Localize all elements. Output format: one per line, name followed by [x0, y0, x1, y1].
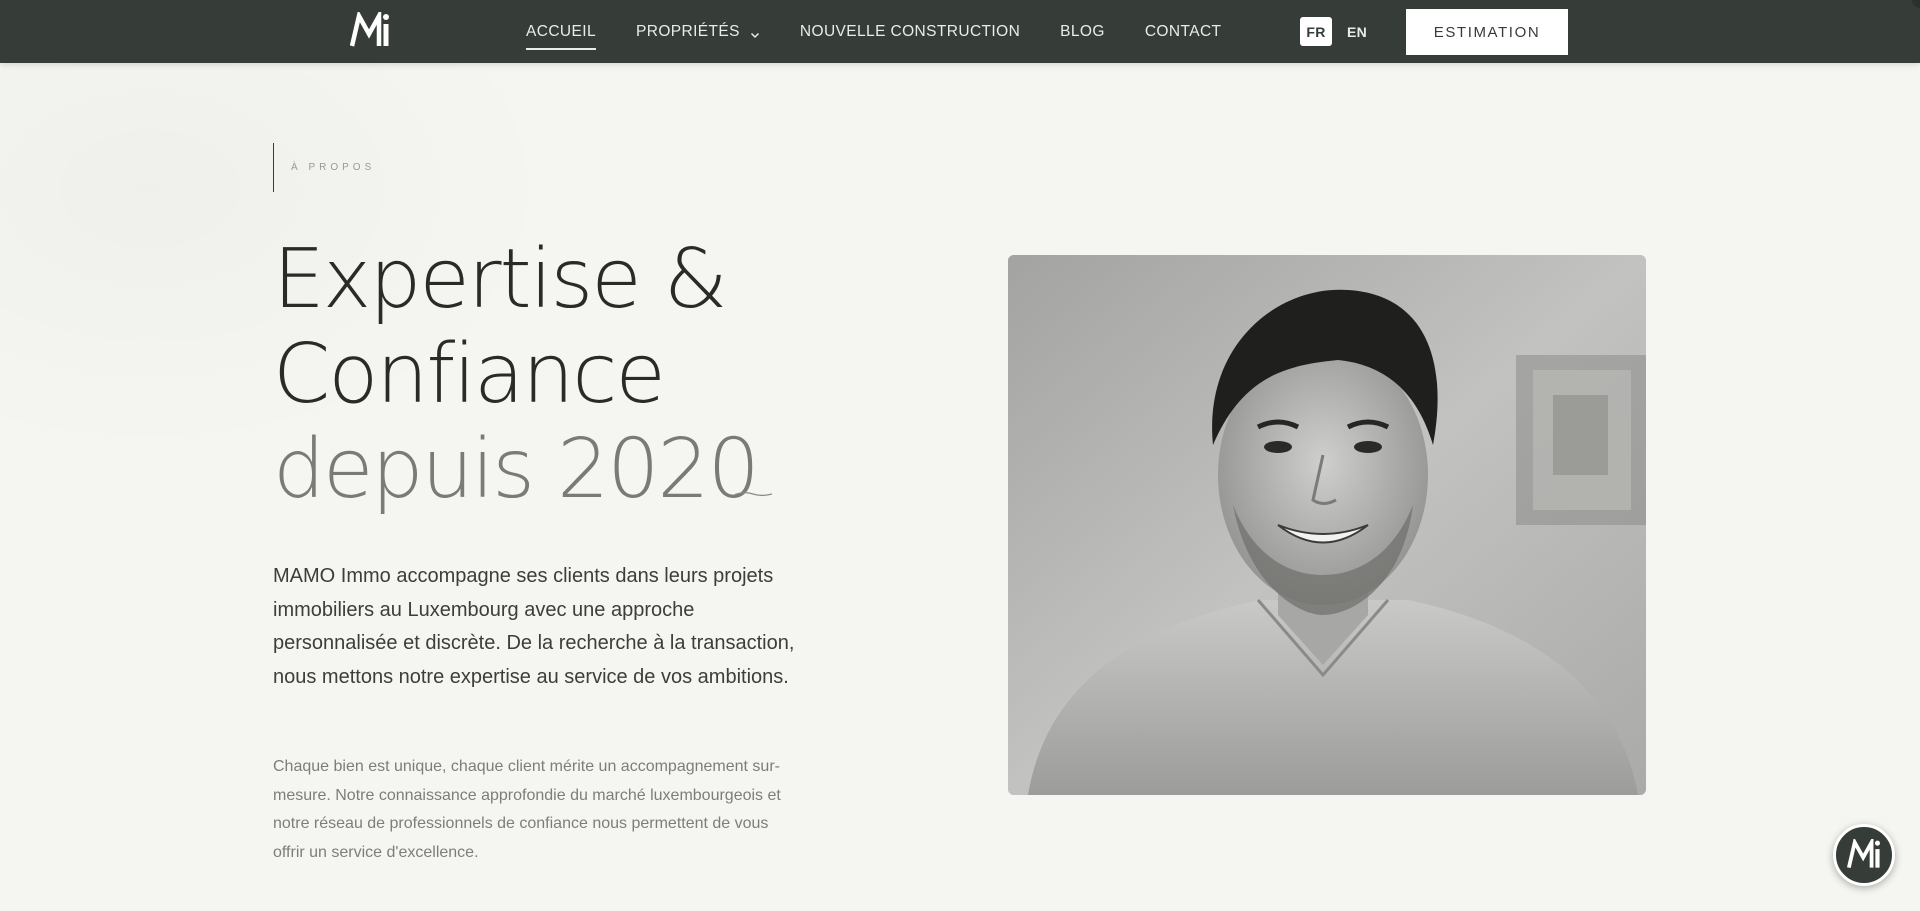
- nav-item-label: PROPRIÉTÉS: [635, 22, 740, 40]
- about-paragraph-1: MAMO Immo accompagne ses clients dans le…: [273, 565, 795, 688]
- nav-item-proprietes[interactable]: PROPRIÉTÉS: [636, 23, 760, 41]
- estimation-button[interactable]: ESTIMATION: [1406, 9, 1568, 55]
- lang-fr-button[interactable]: FR: [1300, 17, 1332, 46]
- heading-line-1: Expertise &: [273, 232, 728, 327]
- about-heading: Expertise & Confiance depuis 2020: [273, 232, 760, 517]
- nav-item-accueil[interactable]: ACCUEIL: [526, 23, 596, 50]
- nav-item-blog[interactable]: BLOG: [1060, 23, 1105, 41]
- mi-monogram-icon: [1847, 839, 1880, 869]
- decorative-underline-icon: [733, 491, 773, 497]
- lang-en-button[interactable]: EN: [1341, 17, 1373, 46]
- founder-portrait-photo: [1008, 255, 1646, 795]
- heading-line-2: Confiance: [273, 327, 666, 422]
- chevron-down-icon: [750, 27, 760, 38]
- nav-item-contact[interactable]: CONTACT: [1145, 23, 1222, 41]
- mi-logo-icon[interactable]: [349, 7, 390, 50]
- chat-widget-button[interactable]: [1833, 824, 1895, 886]
- eyebrow-label: À PROPOS: [291, 162, 376, 173]
- nav-item-nouvelle-construction[interactable]: NOUVELLE CONSTRUCTION: [800, 23, 1020, 41]
- corner-indicator: [1912, 0, 1920, 8]
- about-paragraph-2: Chaque bien est unique, chaque client mé…: [273, 758, 781, 861]
- top-navbar: ACCUEIL PROPRIÉTÉS NOUVELLE CONSTRUCTION…: [0, 0, 1920, 63]
- section-eyebrow: À PROPOS: [273, 143, 375, 192]
- heading-line-3: depuis 2020: [273, 422, 760, 517]
- main-nav: ACCUEIL PROPRIÉTÉS NOUVELLE CONSTRUCTION…: [526, 0, 1261, 63]
